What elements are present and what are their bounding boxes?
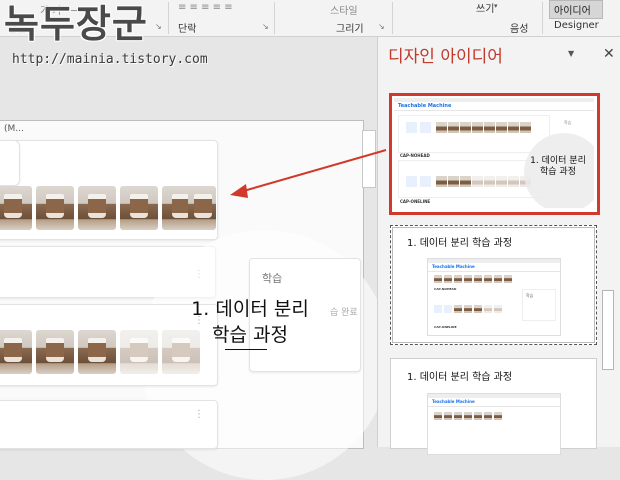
watermark-title: 녹두장군 xyxy=(4,2,148,46)
sample-photo xyxy=(0,186,32,230)
preview-class-1: CAP-NOHEAD xyxy=(434,287,457,291)
ribbon-separator xyxy=(392,2,393,34)
chevron-down-icon[interactable]: ▾ xyxy=(494,2,498,10)
dictate-button[interactable]: 쓰기 xyxy=(476,0,494,15)
design-title: 1. 데이터 분리 학습 과정 xyxy=(407,372,513,383)
slide-title[interactable]: 1. 데이터 분리 학습 과정 xyxy=(150,296,350,348)
ribbon-group-drawing: 그리기 xyxy=(336,24,364,35)
design-preview: Teachable Machine CAP-NOHEAD CAP-ONELINE… xyxy=(394,98,594,208)
design-preview: Teachable Machine CAP-NOHEAD CAP-ONELINE… xyxy=(427,258,561,336)
slide-title-line2: 학습 과정 xyxy=(212,324,288,346)
sample-photo xyxy=(36,330,74,374)
ribbon-separator xyxy=(542,2,543,34)
quick-styles-button[interactable]: 스타일 xyxy=(330,2,358,17)
preview-class-1: CAP-NOHEAD xyxy=(400,153,430,158)
pane-scrollbar-thumb[interactable] xyxy=(602,290,614,370)
slide-top-text: (M... xyxy=(4,124,24,134)
sample-photo xyxy=(36,186,74,230)
ribbon-separator xyxy=(274,2,275,34)
preview-train-label: 학습 xyxy=(526,293,534,298)
drawing-dialog-launcher-icon[interactable]: ↘ xyxy=(378,22,385,31)
close-icon[interactable]: ✕ xyxy=(603,46,615,62)
class-card-partial xyxy=(0,400,218,449)
sample-photo xyxy=(78,186,116,230)
watermark-url: http://mainia.tistory.com xyxy=(12,52,208,67)
preview-overlay-title: 1. 데이터 분리 학습 과정 xyxy=(530,156,586,177)
preview-app-name: Teachable Machine xyxy=(428,263,560,272)
spellcheck-underline xyxy=(225,349,267,350)
training-label: 학습 xyxy=(262,272,283,285)
more-options-icon[interactable]: ⋮ xyxy=(194,410,204,420)
paragraph-align-icons[interactable]: ≡ ≡ ≡ ≡ ≡ xyxy=(178,2,233,13)
design-preview: Teachable Machine xyxy=(427,393,561,455)
design-ideas-button[interactable]: 아이디어 xyxy=(549,0,603,19)
paragraph-dialog-launcher-icon[interactable]: ↘ xyxy=(262,22,269,31)
ribbon-separator xyxy=(168,2,169,34)
ribbon-group-designer: Designer xyxy=(554,20,599,31)
design-idea-3[interactable]: 1. 데이터 분리 학습 과정 Teachable Machine xyxy=(390,358,597,455)
design-title: 1. 데이터 분리 학습 과정 xyxy=(407,238,513,249)
preview-train-label: 학습 xyxy=(564,120,572,125)
preview-card xyxy=(398,115,550,153)
sample-photo xyxy=(78,330,116,374)
pane-title: 디자인 아이디어 xyxy=(388,47,503,67)
slide-title-line1: 1. 데이터 분리 xyxy=(191,298,309,320)
preview-class-2: CAP-ONELINE xyxy=(400,199,431,204)
sample-photo xyxy=(0,330,32,374)
font-dialog-launcher-icon[interactable]: ↘ xyxy=(155,22,162,31)
sample-photo xyxy=(120,186,158,230)
class-card-tab xyxy=(0,140,20,186)
preview-app-name: Teachable Machine xyxy=(394,102,594,111)
preview-class-2: CAP-ONELINE xyxy=(434,325,457,329)
ribbon-group-paragraph: 단락 xyxy=(178,24,197,35)
slide-scrollbar-thumb[interactable] xyxy=(362,130,376,188)
ribbon-group-voice: 음성 xyxy=(510,24,529,35)
sample-photo xyxy=(188,186,216,230)
design-ideas-label: 아이디어 xyxy=(554,6,591,17)
design-idea-1[interactable]: Teachable Machine CAP-NOHEAD CAP-ONELINE… xyxy=(389,93,600,215)
preview-app-name: Teachable Machine xyxy=(428,398,560,407)
pane-options-icon[interactable]: ▼ xyxy=(568,49,574,58)
design-idea-2[interactable]: 1. 데이터 분리 학습 과정 Teachable Machine CAP-NO… xyxy=(390,225,597,345)
